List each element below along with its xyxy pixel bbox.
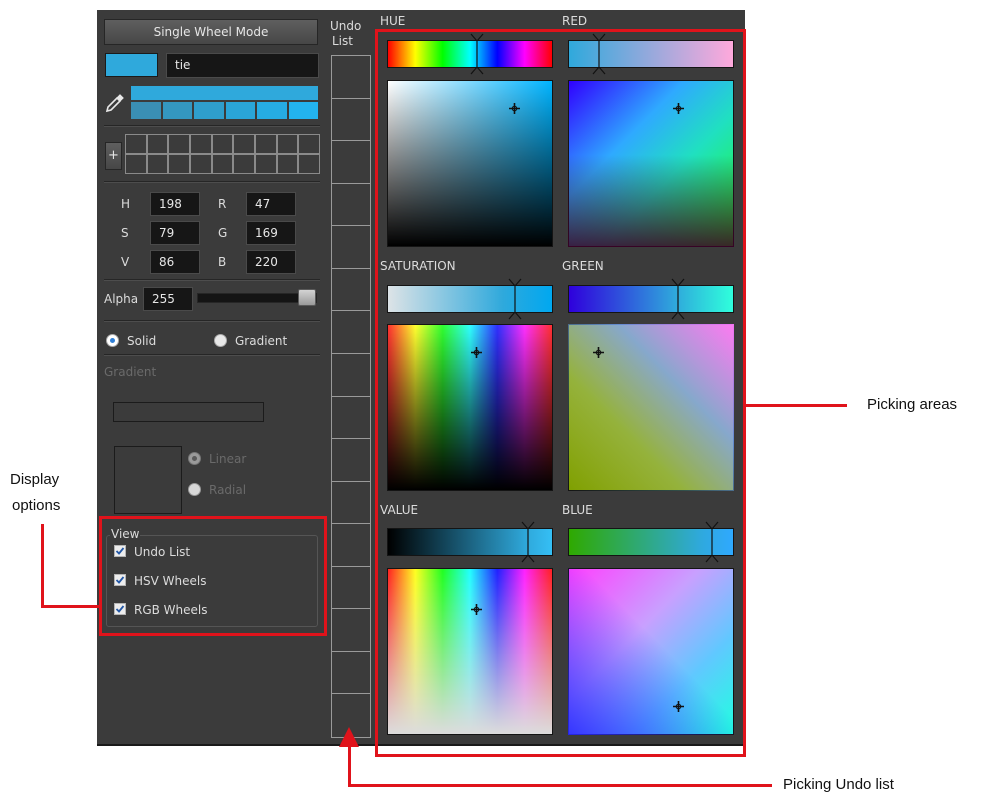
color-tint-strip[interactable] — [131, 102, 318, 119]
undo-list-slot[interactable] — [332, 397, 370, 440]
undo-list-connector-vertical — [348, 746, 351, 787]
b-label: B — [218, 255, 227, 269]
undo-list-slot[interactable] — [332, 482, 370, 525]
gradient-preview-square — [114, 446, 182, 514]
undo-list-slot[interactable] — [332, 56, 370, 99]
separator — [104, 279, 320, 281]
undo-list-slot[interactable] — [332, 567, 370, 610]
undo-list-slot[interactable] — [332, 524, 370, 567]
radial-radio — [188, 483, 201, 496]
display-options-annotation-line2: options — [12, 497, 61, 514]
linear-label: Linear — [209, 452, 247, 466]
swatch-grid[interactable] — [125, 134, 320, 174]
display-options-connector-horizontal — [41, 605, 99, 608]
gradient-preview-bar — [113, 402, 264, 422]
linear-radio — [188, 452, 201, 465]
g-field[interactable]: 169 — [246, 221, 296, 245]
s-label: S — [121, 226, 129, 240]
undo-list-slot[interactable] — [332, 652, 370, 695]
separator — [104, 320, 320, 322]
alpha-slider-handle[interactable] — [298, 289, 316, 306]
picking-undo-list-annotation: Picking Undo list — [783, 776, 894, 793]
picking-areas-highlight — [375, 29, 746, 757]
undo-list-slot[interactable] — [332, 311, 370, 354]
hue-label: HUE — [380, 14, 406, 28]
separator — [104, 181, 320, 183]
undo-list-slot[interactable] — [332, 226, 370, 269]
picking-areas-annotation: Picking areas — [867, 396, 958, 413]
separator — [104, 354, 320, 356]
eyedropper-icon[interactable] — [104, 92, 126, 114]
picking-areas-connector — [746, 404, 847, 407]
add-swatch-button[interactable]: + — [105, 142, 122, 170]
h-label: H — [121, 197, 131, 211]
undo-list-title-line2: List — [332, 34, 353, 48]
undo-list-title-line1: Undo — [330, 19, 362, 33]
single-wheel-mode-button[interactable]: Single Wheel Mode — [104, 19, 318, 45]
gradient-radio[interactable] — [214, 334, 227, 347]
undo-list-slot[interactable] — [332, 439, 370, 482]
display-options-highlight — [99, 516, 327, 636]
alpha-label: Alpha — [104, 292, 139, 306]
display-options-connector-vertical — [41, 524, 44, 608]
radial-label: Radial — [209, 483, 247, 497]
undo-list-slot[interactable] — [332, 184, 370, 227]
display-options-annotation-line1: Display — [10, 471, 60, 488]
undo-list-arrow-icon — [338, 726, 360, 748]
color-preview-bar — [131, 86, 318, 100]
v-label: V — [121, 255, 130, 269]
undo-list-slot[interactable] — [332, 354, 370, 397]
red-label: RED — [562, 14, 588, 28]
s-field[interactable]: 79 — [150, 221, 200, 245]
gradient-section-label: Gradient — [104, 365, 157, 379]
alpha-field[interactable]: 255 — [143, 287, 193, 311]
r-label: R — [218, 197, 227, 211]
undo-list-connector-horizontal — [348, 784, 772, 787]
separator — [104, 125, 320, 127]
h-field[interactable]: 198 — [150, 192, 200, 216]
solid-radio[interactable] — [106, 334, 119, 347]
color-name-field[interactable]: tie — [166, 53, 319, 78]
g-label: G — [218, 226, 228, 240]
gradient-label: Gradient — [235, 334, 288, 348]
v-field[interactable]: 86 — [150, 250, 200, 274]
solid-label: Solid — [127, 334, 157, 348]
r-field[interactable]: 47 — [246, 192, 296, 216]
undo-list[interactable] — [331, 55, 371, 738]
undo-list-slot[interactable] — [332, 269, 370, 312]
undo-list-slot[interactable] — [332, 99, 370, 142]
undo-list-slot[interactable] — [332, 141, 370, 184]
b-field[interactable]: 220 — [246, 250, 296, 274]
current-color-swatch[interactable] — [105, 53, 158, 77]
undo-list-slot[interactable] — [332, 609, 370, 652]
